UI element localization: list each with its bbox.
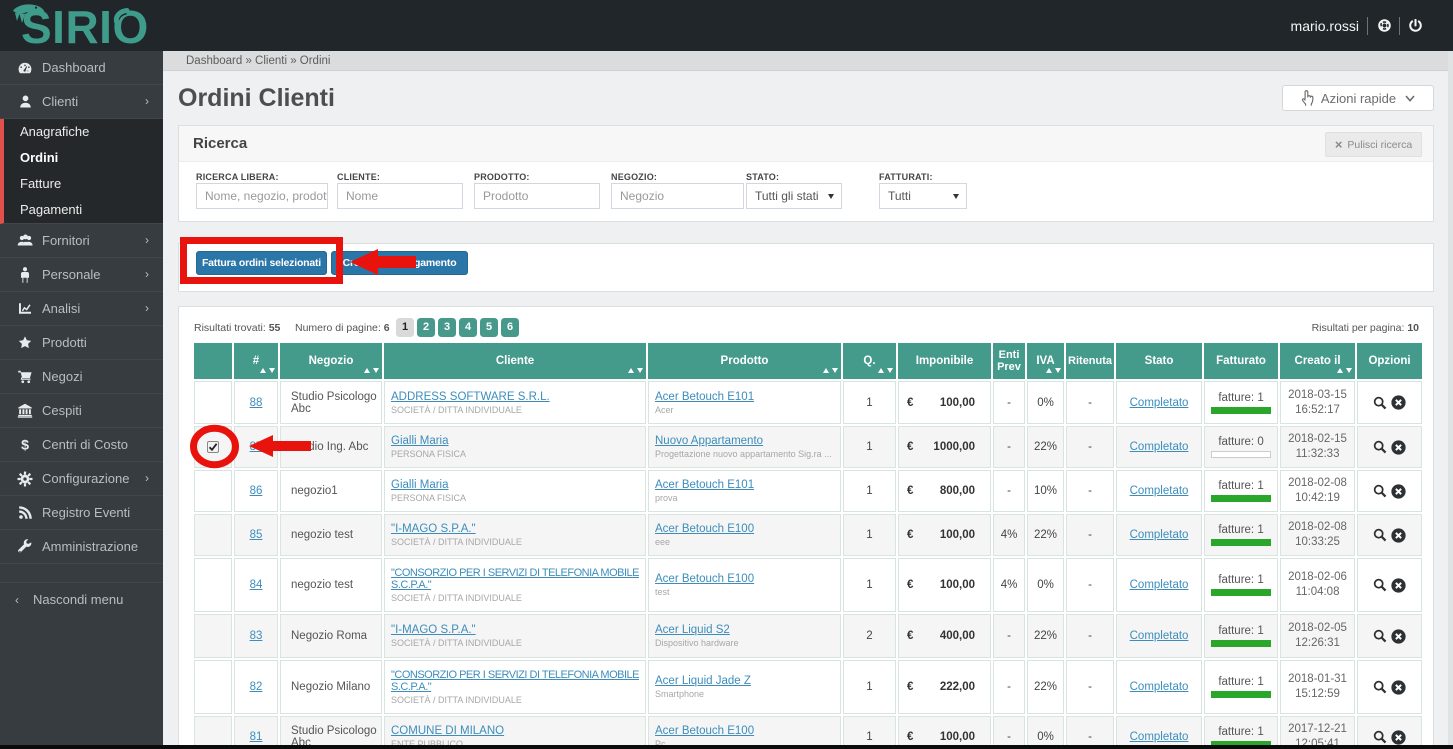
svg-text:$: $ <box>21 438 29 454</box>
